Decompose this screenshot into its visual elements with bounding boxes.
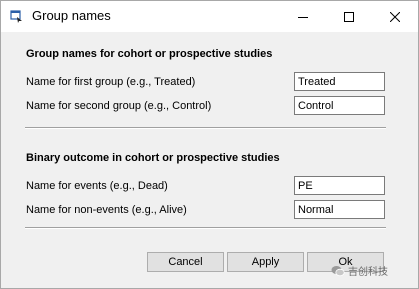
apply-button[interactable]: Apply xyxy=(227,252,304,272)
watermark: 吉创科技 xyxy=(331,263,388,278)
cancel-button[interactable]: Cancel xyxy=(147,252,224,272)
second-group-input[interactable] xyxy=(294,96,385,115)
minimize-icon xyxy=(298,16,308,18)
events-input[interactable] xyxy=(294,176,385,195)
non-events-input[interactable] xyxy=(294,200,385,219)
events-label: Name for events (e.g., Dead) xyxy=(26,180,168,192)
watermark-text: 吉创科技 xyxy=(348,267,388,278)
section-divider xyxy=(25,127,386,129)
window-title: Group names xyxy=(32,8,111,23)
second-group-label: Name for second group (e.g., Control) xyxy=(26,100,212,112)
title-bar[interactable]: Group names xyxy=(1,1,418,32)
cohort-section-heading: Group names for cohort or prospective st… xyxy=(26,48,273,60)
close-icon xyxy=(390,11,400,22)
maximize-button[interactable] xyxy=(326,1,372,32)
group-names-dialog: Group names Group names for cohort or pr… xyxy=(0,0,419,289)
app-window-icon xyxy=(10,10,22,23)
maximize-icon xyxy=(344,11,354,22)
bottom-divider xyxy=(25,227,386,229)
wechat-icon xyxy=(331,265,345,276)
non-events-label: Name for non-events (e.g., Alive) xyxy=(26,204,187,216)
close-button[interactable] xyxy=(372,1,418,32)
minimize-button[interactable] xyxy=(280,1,326,32)
first-group-label: Name for first group (e.g., Treated) xyxy=(26,76,196,88)
first-group-input[interactable] xyxy=(294,72,385,91)
outcome-section-heading: Binary outcome in cohort or prospective … xyxy=(26,152,280,164)
